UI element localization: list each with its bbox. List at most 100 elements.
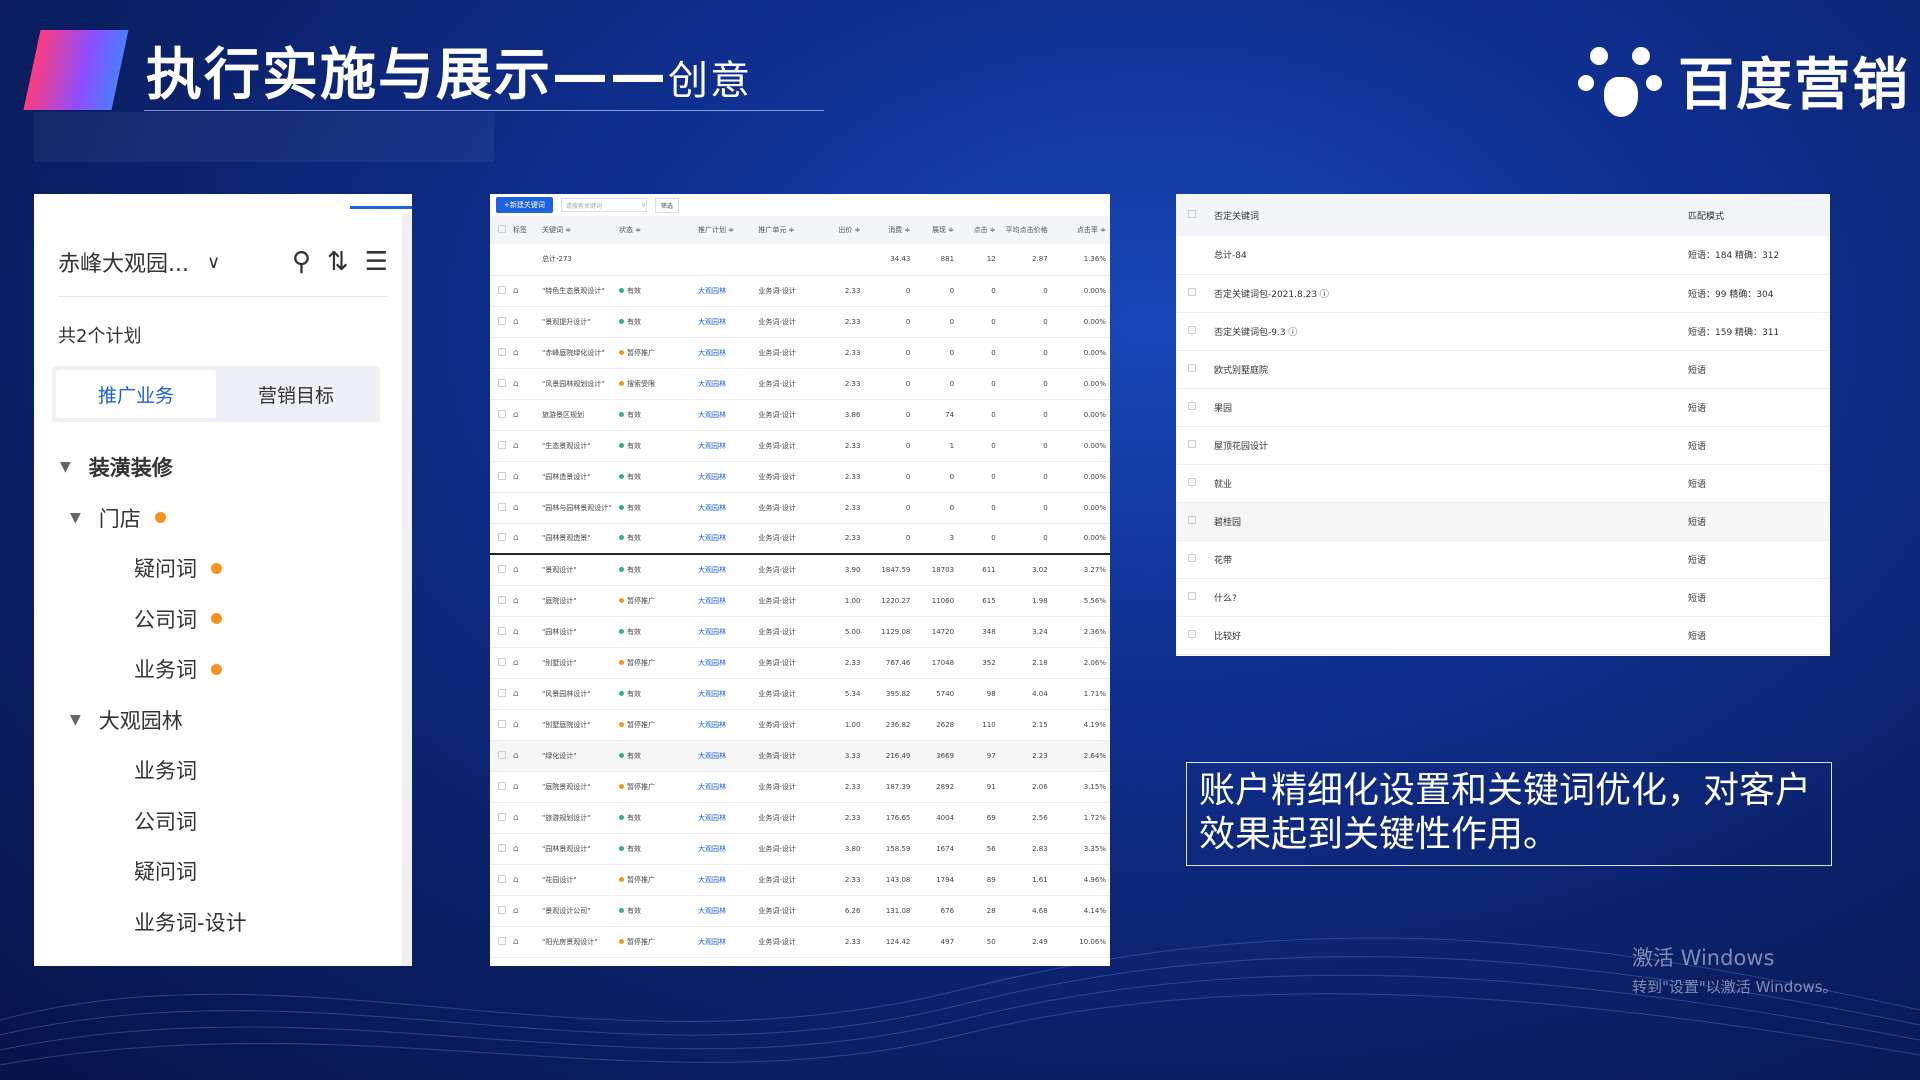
bid-cell[interactable]: 3.80: [818, 833, 865, 865]
plan-link[interactable]: 大观园林: [698, 430, 759, 462]
caret-down-icon[interactable]: ▼: [70, 510, 81, 526]
row-checkbox[interactable]: [498, 564, 506, 573]
row-checkbox[interactable]: [1188, 439, 1196, 448]
table-row[interactable]: ⌂ "别墅设计" 暂停推广 大观园林 业务词-设计 2.33 767.46 17048 352 2…: [490, 647, 1110, 679]
row-checkbox[interactable]: [1188, 553, 1196, 562]
keyword-cell[interactable]: "别墅设计": [542, 647, 619, 679]
list-menu-icon[interactable]: ☰: [365, 247, 388, 277]
bid-cell[interactable]: 2.33: [818, 492, 865, 524]
tag-icon[interactable]: ⌂: [513, 813, 519, 823]
negative-keyword-row[interactable]: 花带 短语: [1176, 540, 1830, 579]
keyword-cell[interactable]: "园林与园林景观设计": [542, 492, 619, 524]
tab-1[interactable]: 营销目标: [216, 370, 376, 418]
table-row[interactable]: ⌂ "景观设计公司" 有效 大观园林 业务词-设计 6.26 131.08 676 28 4.68…: [490, 895, 1110, 927]
plan-link[interactable]: 大观园林: [698, 275, 759, 307]
table-row[interactable]: ⌂ "庭院设计" 暂停推广 大观园林 业务词-设计 1.00 1220.27 11060 615…: [490, 585, 1110, 617]
tree-node[interactable]: 业务词: [134, 755, 197, 785]
row-checkbox[interactable]: [498, 843, 506, 852]
keyword-cell[interactable]: "庭院景观设计": [542, 771, 619, 803]
tag-icon[interactable]: ⌂: [513, 410, 519, 420]
tree-node[interactable]: ▼ 大观园林: [70, 705, 183, 735]
col-match-mode[interactable]: 匹配模式: [1688, 194, 1830, 236]
negative-keyword-row[interactable]: 比较好 短语: [1176, 616, 1830, 655]
plan-link[interactable]: 大观园林: [698, 554, 759, 586]
column-header[interactable]: 关键词 ≑: [542, 216, 619, 244]
negative-keyword-row[interactable]: 果园 短语: [1176, 388, 1830, 427]
row-checkbox[interactable]: [498, 347, 506, 356]
sort-icon[interactable]: ⇅: [327, 247, 349, 277]
row-checkbox[interactable]: [498, 657, 506, 666]
row-checkbox[interactable]: [498, 936, 506, 945]
column-header[interactable]: 标签: [512, 216, 542, 244]
tree-node[interactable]: 业务词: [134, 654, 222, 684]
tag-icon[interactable]: ⌂: [513, 720, 519, 730]
bid-cell[interactable]: 3.90: [818, 554, 865, 586]
keyword-cell[interactable]: "景观提升设计": [542, 306, 619, 338]
tag-icon[interactable]: ⌂: [513, 906, 519, 916]
tag-icon[interactable]: ⌂: [513, 596, 519, 606]
plan-link[interactable]: 大观园林: [698, 492, 759, 524]
tag-icon[interactable]: ⌂: [513, 379, 519, 389]
row-checkbox[interactable]: [498, 471, 506, 480]
row-checkbox[interactable]: [498, 781, 506, 790]
row-checkbox[interactable]: [498, 409, 506, 418]
tag-icon[interactable]: ⌂: [513, 658, 519, 668]
plan-link[interactable]: 大观园林: [698, 802, 759, 834]
plan-link[interactable]: 大观园林: [698, 740, 759, 772]
column-header[interactable]: 出价 ≑: [818, 216, 865, 244]
keyword-cell[interactable]: "花园设计": [542, 864, 619, 896]
row-checkbox[interactable]: [498, 378, 506, 387]
tag-icon[interactable]: ⌂: [513, 348, 519, 358]
bid-cell[interactable]: 2.33: [818, 802, 865, 834]
bid-cell[interactable]: 2.33: [818, 368, 865, 400]
plan-link[interactable]: 大观园林: [698, 585, 759, 617]
plan-link[interactable]: 大观园林: [698, 337, 759, 369]
column-header[interactable]: 推广单元 ≑: [758, 216, 819, 244]
table-row[interactable]: ⌂ "园林景观设计" 有效 大观园林 业务词-设计 3.80 158.59 1674 56 2.8…: [490, 833, 1110, 865]
column-header[interactable]: 展现 ≑: [914, 216, 959, 244]
plan-link[interactable]: 大观园林: [698, 926, 759, 958]
keyword-cell[interactable]: "赤峰庭院绿化设计": [542, 337, 619, 369]
row-checkbox[interactable]: [1188, 591, 1196, 600]
row-checkbox[interactable]: [498, 688, 506, 697]
tag-icon[interactable]: ⌂: [513, 689, 519, 699]
plan-link[interactable]: 大观园林: [698, 368, 759, 400]
tag-icon[interactable]: ⌂: [513, 533, 519, 543]
row-checkbox[interactable]: [498, 440, 506, 449]
plan-link[interactable]: 大观园林: [698, 678, 759, 710]
bid-cell[interactable]: 2.33: [818, 275, 865, 307]
keyword-cell[interactable]: "生态景观设计": [542, 430, 619, 462]
bid-cell[interactable]: 2.33: [818, 864, 865, 896]
row-checkbox[interactable]: [1188, 325, 1196, 334]
tag-icon[interactable]: ⌂: [513, 472, 519, 482]
bid-cell[interactable]: 2.33: [818, 337, 865, 369]
chevron-down-icon[interactable]: ∨: [207, 252, 220, 273]
bid-cell[interactable]: 2.33: [818, 926, 865, 958]
filter-button[interactable]: 筛选: [654, 197, 679, 213]
row-checkbox[interactable]: [1188, 477, 1196, 486]
tag-icon[interactable]: ⌂: [513, 844, 519, 854]
keyword-cell[interactable]: "园林造景设计": [542, 461, 619, 493]
bid-cell[interactable]: 6.26: [818, 895, 865, 927]
row-checkbox[interactable]: [498, 502, 506, 511]
tag-icon[interactable]: ⌂: [513, 565, 519, 575]
tag-icon[interactable]: ⌂: [513, 875, 519, 885]
row-checkbox[interactable]: [498, 595, 506, 604]
row-checkbox[interactable]: [498, 626, 506, 635]
table-row[interactable]: ⌂ "风景园林设计" 有效 大观园林 业务词-设计 5.34 395.82 5740 98 4.0…: [490, 678, 1110, 710]
bid-cell[interactable]: 1.00: [818, 585, 865, 617]
plan-link[interactable]: 大观园林: [698, 399, 759, 431]
plan-link[interactable]: 大观园林: [698, 616, 759, 648]
row-checkbox[interactable]: [498, 719, 506, 728]
table-row[interactable]: ⌂ "景观提升设计" 有效 大观园林 业务词-设计 2.33 0 0 0 0 0.00%: [490, 306, 1110, 338]
tree-node[interactable]: 业务词-设计: [134, 907, 247, 937]
keyword-cell[interactable]: "园林设计": [542, 616, 619, 648]
negative-keyword-row[interactable]: 总计-84 短语：184 精确：312: [1176, 236, 1830, 275]
bid-cell[interactable]: 2.33: [818, 306, 865, 338]
plan-link[interactable]: 大观园林: [698, 306, 759, 338]
row-checkbox[interactable]: [498, 750, 506, 759]
plan-link[interactable]: 大观园林: [698, 895, 759, 927]
bid-cell[interactable]: 3.33: [818, 740, 865, 772]
caret-down-icon[interactable]: ▼: [60, 459, 71, 475]
bid-cell[interactable]: 3.86: [818, 399, 865, 431]
